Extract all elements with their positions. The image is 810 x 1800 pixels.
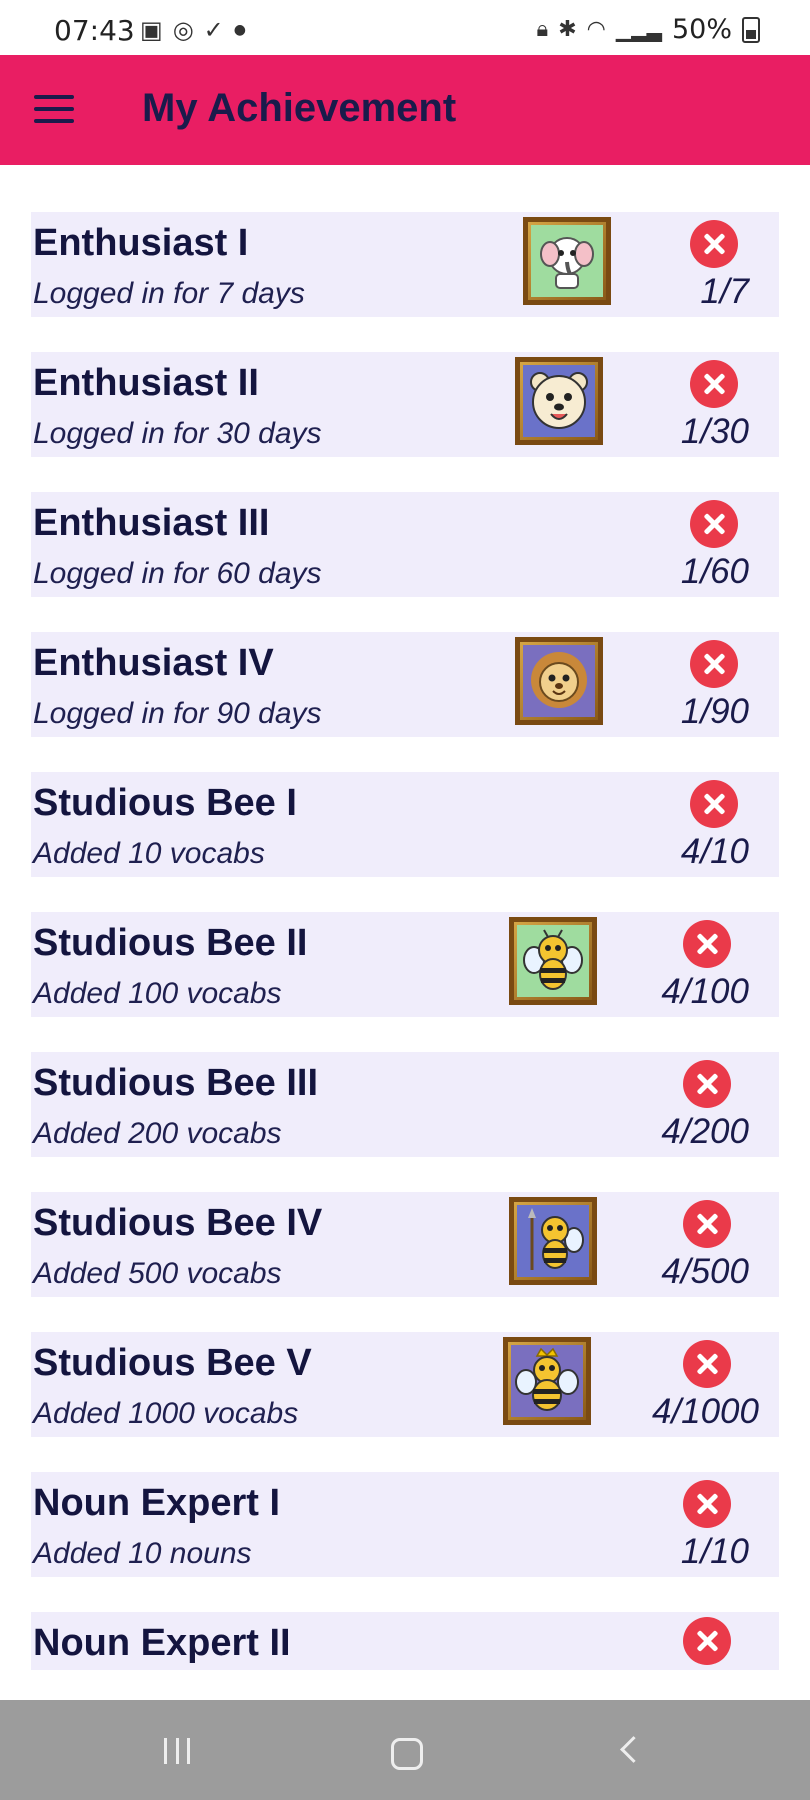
achievement-description: Added 100 vocabs [33,977,282,1010]
check-icon: ✓ [203,16,224,44]
achievement-title: Studious Bee III [33,1062,319,1104]
achievement-progress: 4/500 [661,1252,749,1291]
achievement-progress: 4/100 [661,972,749,1011]
achievement-title: Studious Bee II [33,922,308,964]
achievement-progress: 4/200 [661,1112,749,1151]
achievement-title: Studious Bee V [33,1342,312,1384]
back-icon[interactable] [620,1736,647,1763]
achievement-description: Added 200 vocabs [33,1117,282,1150]
status-bar: 07:43 ▣ ◎ ✓ ● 🔒︎ ✱ ◠ ▁▂▃ 50% [0,0,810,55]
achievement-title: Enthusiast II [33,362,259,404]
incomplete-icon [683,1060,731,1108]
achievement-progress: 1/30 [680,412,749,451]
achievement-progress: 1/60 [680,552,749,591]
elephant-badge-icon [523,217,611,305]
bee-badge-icon [509,917,597,1005]
achievement-title: Enthusiast III [33,502,270,544]
achievement-description: Logged in for 30 days [33,417,322,450]
signal-icon: ▁▂▃ [615,17,662,42]
incomplete-icon [683,1617,731,1665]
incomplete-icon [690,500,738,548]
achievement-row[interactable]: Studious Bee I Added 10 vocabs 4/10 [31,772,779,877]
bluetooth-icon: ✱ [558,16,577,42]
dot-icon: ● [233,22,246,38]
incomplete-icon [683,1200,731,1248]
achievement-description: Logged in for 60 days [33,557,322,590]
achievement-title: Enthusiast IV [33,642,274,684]
incomplete-icon [683,1480,731,1528]
achievement-row[interactable]: Studious Bee IV Added 500 vocabs 4/500 [31,1192,779,1297]
achievement-row[interactable]: Enthusiast III Logged in for 60 days 1/60 [31,492,779,597]
achievement-progress: 1/90 [680,692,749,731]
achievement-title: Noun Expert II [33,1622,291,1664]
achievement-row[interactable]: Enthusiast II Logged in for 30 days 1/30 [31,352,779,457]
achievement-title: Enthusiast I [33,222,249,264]
app-bar: My Achievement [0,55,810,165]
bee-warrior-badge-icon [509,1197,597,1285]
achievement-list[interactable]: Enthusiast I Logged in for 7 days 1/7 Enthu… [31,212,779,1705]
viber-icon: ◎ [172,16,194,44]
incomplete-icon [690,780,738,828]
achievement-row[interactable]: Enthusiast IV Logged in for 90 days 1/90 [31,632,779,737]
achievement-row[interactable]: Noun Expert I Added 10 nouns 1/10 [31,1472,779,1577]
gallery-icon: ▣ [140,16,163,44]
status-time: 07:43 [54,14,135,47]
battery-icon [742,16,760,43]
lion-badge-icon [515,637,603,725]
bee-queen-badge-icon [503,1337,591,1425]
bear-badge-icon [515,357,603,445]
system-icons: 🔒︎ ✱ ◠ ▁▂▃ 50% [536,14,760,45]
battery-percent: 50% [671,14,732,45]
achievement-description: Added 10 nouns [33,1537,252,1570]
achievement-row[interactable]: Studious Bee V Added 1000 vocabs 4/1000 [31,1332,779,1437]
home-icon[interactable] [391,1738,423,1770]
achievement-description: Logged in for 90 days [33,697,322,730]
achievement-progress: 1/7 [700,272,749,311]
incomplete-icon [683,1340,731,1388]
lock-icon: 🔒︎ [536,16,549,42]
menu-icon[interactable] [34,95,74,125]
navigation-bar [0,1700,810,1800]
achievement-row[interactable]: Noun Expert II [31,1612,779,1670]
incomplete-icon [683,920,731,968]
achievement-description: Added 10 vocabs [33,837,265,870]
achievement-row[interactable]: Studious Bee III Added 200 vocabs 4/200 [31,1052,779,1157]
incomplete-icon [690,360,738,408]
achievement-progress: 4/10 [680,832,749,871]
achievement-row[interactable]: Studious Bee II Added 100 vocabs 4/100 [31,912,779,1017]
page-title: My Achievement [142,86,457,130]
achievement-description: Added 500 vocabs [33,1257,282,1290]
incomplete-icon [690,640,738,688]
achievement-description: Added 1000 vocabs [33,1397,299,1430]
recent-apps-icon[interactable] [164,1738,190,1764]
achievement-description: Logged in for 7 days [33,277,305,310]
achievement-row[interactable]: Enthusiast I Logged in for 7 days 1/7 [31,212,779,317]
incomplete-icon [690,220,738,268]
achievement-progress: 1/10 [680,1532,749,1571]
wifi-icon: ◠ [586,16,606,42]
achievement-title: Studious Bee I [33,782,297,824]
achievement-title: Noun Expert I [33,1482,281,1524]
achievement-progress: 4/1000 [651,1392,759,1431]
notification-icons: ▣ ◎ ✓ ● [140,18,246,42]
achievement-title: Studious Bee IV [33,1202,323,1244]
